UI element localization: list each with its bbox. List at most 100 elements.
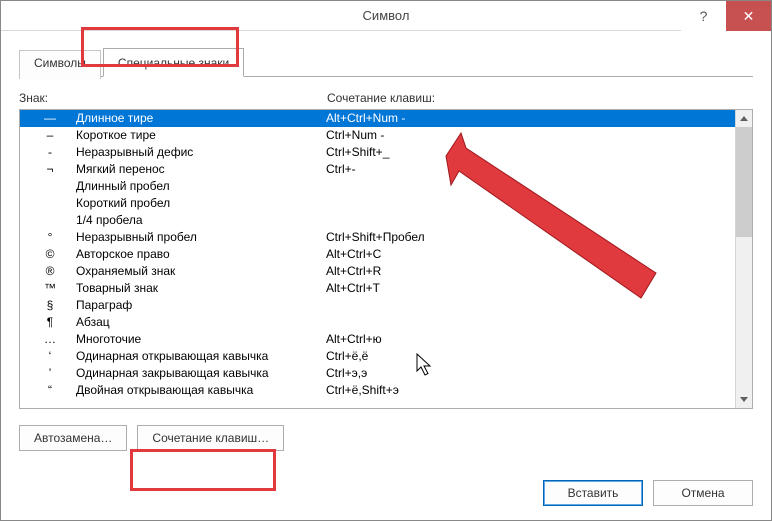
- scroll-down-button[interactable]: [736, 391, 752, 408]
- list-item[interactable]: ‘Одинарная открывающая кавычкаCtrl+ё,ё: [20, 348, 735, 365]
- row-name: 1/4 пробела: [76, 212, 326, 229]
- header-shortcut: Сочетание клавиш:: [327, 91, 753, 105]
- row-name: Длинный пробел: [76, 178, 326, 195]
- scroll-thumb[interactable]: [736, 127, 752, 237]
- cancel-label: Отмена: [681, 486, 724, 500]
- row-symbol: —: [24, 110, 76, 127]
- tab-strip: Символы Специальные знаки: [19, 47, 753, 77]
- insert-button[interactable]: Вставить: [543, 480, 643, 506]
- list-item[interactable]: ¶Абзац: [20, 314, 735, 331]
- row-name: Параграф: [76, 297, 326, 314]
- action-buttons-row: Автозамена… Сочетание клавиш…: [19, 425, 753, 451]
- list-item[interactable]: 1/4 пробела: [20, 212, 735, 229]
- special-chars-list[interactable]: —Длинное тиреAlt+Ctrl+Num -–Короткое тир…: [20, 110, 735, 408]
- list-item[interactable]: Длинный пробел: [20, 178, 735, 195]
- row-symbol: ’: [24, 365, 76, 382]
- vertical-scrollbar[interactable]: [735, 110, 752, 408]
- row-name: Охраняемый знак: [76, 263, 326, 280]
- dialog-buttons: Вставить Отмена: [543, 480, 753, 506]
- list-item[interactable]: -Неразрывный дефисCtrl+Shift+_: [20, 144, 735, 161]
- list-item[interactable]: °Неразрывный пробелCtrl+Shift+Пробел: [20, 229, 735, 246]
- row-symbol: ¶: [24, 314, 76, 331]
- shortcut-keys-label: Сочетание клавиш…: [152, 431, 269, 445]
- list-item[interactable]: Короткий пробел: [20, 195, 735, 212]
- tab-special-chars[interactable]: Специальные знаки: [103, 48, 244, 77]
- row-symbol: ©: [24, 246, 76, 263]
- row-shortcut: [326, 178, 735, 195]
- list-item[interactable]: —Длинное тиреAlt+Ctrl+Num -: [20, 110, 735, 127]
- row-shortcut: Ctrl+Num -: [326, 127, 735, 144]
- list-item[interactable]: ®Охраняемый знакAlt+Ctrl+R: [20, 263, 735, 280]
- help-button[interactable]: ?: [681, 1, 726, 31]
- row-symbol: ‘: [24, 348, 76, 365]
- row-name: Короткое тире: [76, 127, 326, 144]
- row-name: Авторское право: [76, 246, 326, 263]
- row-shortcut: Alt+Ctrl+R: [326, 263, 735, 280]
- row-shortcut: Ctrl+ё,Shift+э: [326, 382, 735, 399]
- list-item[interactable]: §Параграф: [20, 297, 735, 314]
- list-item[interactable]: –Короткое тиреCtrl+Num -: [20, 127, 735, 144]
- row-symbol: “: [24, 382, 76, 399]
- cancel-button[interactable]: Отмена: [653, 480, 753, 506]
- window-title: Символ: [363, 8, 410, 23]
- list-item[interactable]: ©Авторское правоAlt+Ctrl+C: [20, 246, 735, 263]
- list-item[interactable]: ¬Мягкий переносCtrl+-: [20, 161, 735, 178]
- row-symbol: [24, 178, 76, 195]
- listbox-container: —Длинное тиреAlt+Ctrl+Num -–Короткое тир…: [19, 109, 753, 409]
- row-shortcut: [326, 297, 735, 314]
- insert-label: Вставить: [568, 486, 619, 500]
- chevron-up-icon: [740, 116, 748, 121]
- close-icon: ✕: [743, 8, 755, 25]
- title-bar: Символ ? ✕: [1, 1, 771, 31]
- row-shortcut: Alt+Ctrl+T: [326, 280, 735, 297]
- autoreplace-button[interactable]: Автозамена…: [19, 425, 127, 451]
- help-icon: ?: [700, 8, 708, 24]
- header-znak: Знак:: [19, 91, 327, 105]
- list-item[interactable]: ’Одинарная закрывающая кавычкаCtrl+э,э: [20, 365, 735, 382]
- row-name: Неразрывный пробел: [76, 229, 326, 246]
- row-shortcut: Ctrl+Shift+_: [326, 144, 735, 161]
- row-symbol: -: [24, 144, 76, 161]
- row-shortcut: [326, 314, 735, 331]
- row-shortcut: Ctrl+ё,ё: [326, 348, 735, 365]
- tab-symbols-label: Символы: [34, 56, 86, 70]
- autoreplace-label: Автозамена…: [34, 431, 112, 445]
- annotation-highlight-button: [130, 449, 276, 491]
- column-headers: Знак: Сочетание клавиш:: [19, 91, 753, 105]
- row-shortcut: Alt+Ctrl+ю: [326, 331, 735, 348]
- row-shortcut: [326, 212, 735, 229]
- row-name: Одинарная открывающая кавычка: [76, 348, 326, 365]
- scroll-track[interactable]: [736, 127, 752, 391]
- row-symbol: –: [24, 127, 76, 144]
- list-item[interactable]: ™Товарный знакAlt+Ctrl+T: [20, 280, 735, 297]
- row-name: Неразрывный дефис: [76, 144, 326, 161]
- scroll-up-button[interactable]: [736, 110, 752, 127]
- close-button[interactable]: ✕: [726, 1, 771, 31]
- row-name: Одинарная закрывающая кавычка: [76, 365, 326, 382]
- tab-special-label: Специальные знаки: [118, 56, 229, 70]
- row-shortcut: Ctrl+Shift+Пробел: [326, 229, 735, 246]
- dialog-content: Символы Специальные знаки Знак: Сочетани…: [1, 31, 771, 451]
- row-name: Короткий пробел: [76, 195, 326, 212]
- row-symbol: ®: [24, 263, 76, 280]
- row-symbol: ¬: [24, 161, 76, 178]
- list-item[interactable]: “Двойная открывающая кавычкаCtrl+ё,Shift…: [20, 382, 735, 399]
- row-symbol: [24, 212, 76, 229]
- row-symbol: °: [24, 229, 76, 246]
- row-shortcut: [326, 195, 735, 212]
- shortcut-keys-button[interactable]: Сочетание клавиш…: [137, 425, 284, 451]
- row-name: Абзац: [76, 314, 326, 331]
- chevron-down-icon: [740, 397, 748, 402]
- row-symbol: …: [24, 331, 76, 348]
- row-name: Мягкий перенос: [76, 161, 326, 178]
- row-name: Многоточие: [76, 331, 326, 348]
- row-shortcut: Ctrl+э,э: [326, 365, 735, 382]
- tab-symbols[interactable]: Символы: [19, 50, 101, 79]
- row-name: Длинное тире: [76, 110, 326, 127]
- row-symbol: §: [24, 297, 76, 314]
- row-shortcut: Ctrl+-: [326, 161, 735, 178]
- row-symbol: [24, 195, 76, 212]
- row-name: Двойная открывающая кавычка: [76, 382, 326, 399]
- list-item[interactable]: …МноготочиеAlt+Ctrl+ю: [20, 331, 735, 348]
- row-shortcut: Alt+Ctrl+Num -: [326, 110, 735, 127]
